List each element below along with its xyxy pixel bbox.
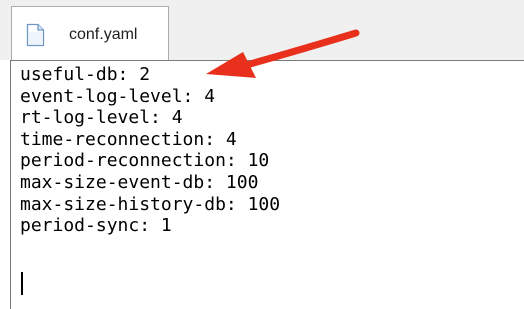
editor-window: conf.yaml useful-db: 2 event-log-level: … <box>0 0 524 309</box>
editor-line: period-reconnection: 10 <box>20 150 270 172</box>
editor-line: useful-db: 2 <box>20 64 151 85</box>
tab-conf-yaml[interactable]: conf.yaml <box>11 6 169 60</box>
editor-line: rt-log-level: 4 <box>20 107 183 129</box>
editor-line: period-sync: 1 <box>20 215 172 237</box>
editor-line: max-size-history-db: 100 <box>20 193 281 215</box>
text-editor[interactable]: useful-db: 2 event-log-level: 4 rt-log-l… <box>10 60 524 309</box>
tab-strip: conf.yaml <box>0 0 524 60</box>
document-icon <box>26 23 45 47</box>
editor-line: time-reconnection: 4 <box>20 128 237 150</box>
text-caret <box>21 272 23 295</box>
editor-lines: useful-db: 2 event-log-level: 4 rt-log-l… <box>20 64 280 237</box>
editor-line: event-log-level: 4 <box>20 85 216 107</box>
tab-label: conf.yaml <box>69 26 138 43</box>
editor-line: max-size-event-db: 100 <box>20 171 259 193</box>
